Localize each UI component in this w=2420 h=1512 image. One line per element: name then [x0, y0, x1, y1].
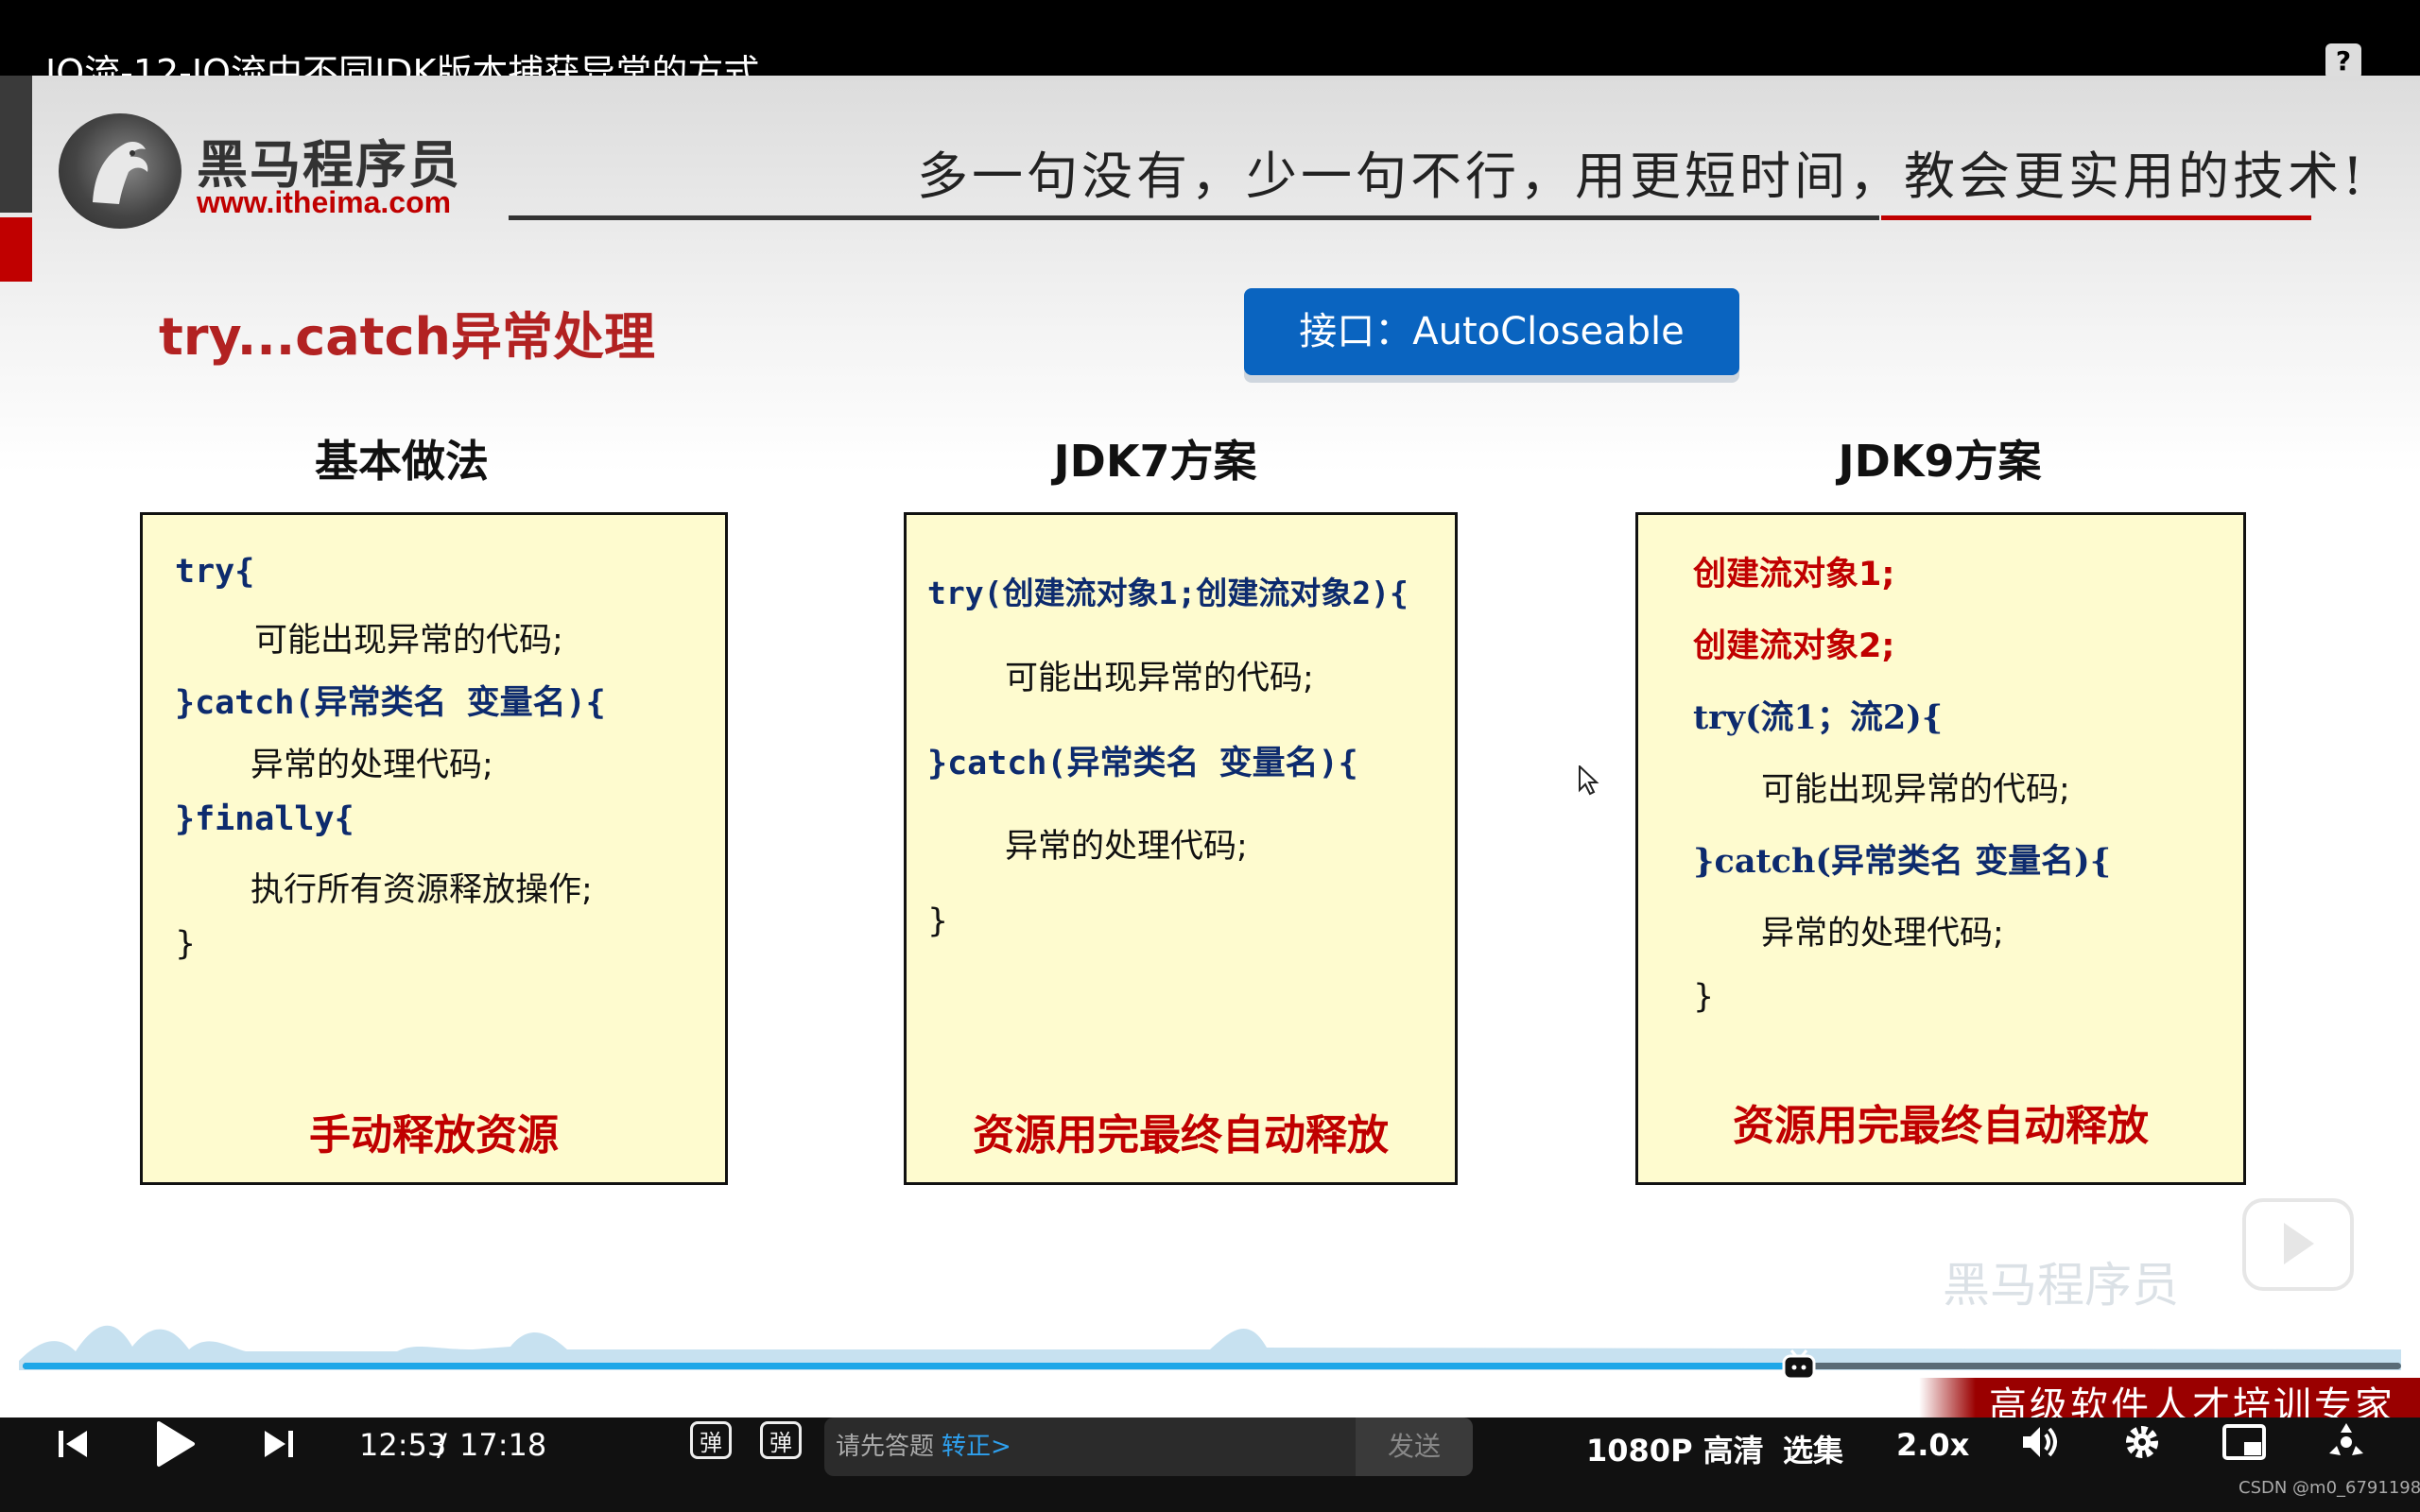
danmaku-placeholder: 请先答题: [836, 1433, 935, 1461]
code-keyword: }catch(异常类名 变量名){: [175, 684, 606, 722]
code-line: }: [927, 902, 949, 940]
code-line: 异常的处理代码;: [251, 747, 493, 784]
slogan-underline-accent: [1881, 215, 2311, 220]
danmaku-link[interactable]: 转正>: [942, 1433, 1011, 1461]
horse-logo-icon: [59, 113, 182, 229]
code-line: 创建流对象1;: [1693, 556, 1895, 593]
help-icon[interactable]: ?: [2325, 43, 2361, 79]
volume-icon[interactable]: [2019, 1423, 2061, 1465]
code-keyword: try{: [175, 553, 255, 591]
code-line: 可能出现异常的代码;: [1005, 660, 1314, 697]
code-line: 可能出现异常的代码;: [254, 622, 563, 660]
danmaku-icon[interactable]: 弹: [690, 1421, 732, 1459]
code-line: }catch(异常类名 变量名){: [1693, 834, 2111, 883]
audio-waveform: [19, 1325, 2401, 1370]
code-line: 可能出现异常的代码;: [1761, 771, 2070, 809]
send-button[interactable]: 发送: [1356, 1418, 1473, 1476]
interface-badge: 接口：AutoCloseable: [1244, 288, 1739, 375]
episodes-button[interactable]: 选集: [1783, 1427, 1843, 1470]
danmaku-input[interactable]: 请先答题 转正>: [824, 1418, 1356, 1476]
time-separator: /: [437, 1427, 447, 1463]
code-line: 异常的处理代码;: [1761, 915, 2004, 953]
column-heading-basic: 基本做法: [315, 436, 489, 487]
slide-side-bar-dark: [0, 76, 32, 213]
section-title: try...catch异常处理: [159, 307, 655, 367]
mouse-cursor-icon: [1579, 764, 1599, 799]
code-box-jdk7: try(创建流对象1;创建流对象2){ 可能出现异常的代码; }catch(异常…: [904, 512, 1458, 1185]
box-footer: 手动释放资源: [309, 1111, 559, 1160]
code-line: 异常的处理代码;: [1005, 828, 1248, 866]
code-line: 执行所有资源释放操作;: [251, 871, 593, 909]
column-heading-jdk9: JDK9方案: [1838, 436, 2042, 487]
slide-side-bar-red: [0, 217, 32, 282]
column-heading-jdk7: JDK7方案: [1053, 436, 1257, 487]
code-keyword: try(创建流对象1;创建流对象2){: [927, 575, 1409, 611]
code-line: try(创建流对象1;创建流对象2){: [927, 568, 1409, 613]
box-footer: 资源用完最终自动释放: [1733, 1102, 2149, 1150]
code-line: }: [1693, 978, 1715, 1016]
progress-fill: [23, 1363, 1799, 1369]
slogan: 多一句没有，少一句不行，用更短时间，教会更实用的技术!: [917, 146, 2367, 206]
time-total: 17:18: [459, 1427, 547, 1463]
progress-thumb-icon[interactable]: [1781, 1349, 1817, 1382]
box-footer: 资源用完最终自动释放: [973, 1111, 1389, 1160]
picture-in-picture-icon[interactable]: [2221, 1423, 2267, 1465]
play-icon[interactable]: [151, 1418, 199, 1474]
code-line: 创建流对象2;: [1693, 627, 1895, 665]
next-icon[interactable]: [259, 1425, 297, 1467]
code-line: }: [175, 925, 197, 963]
prev-icon[interactable]: [55, 1425, 93, 1467]
code-box-jdk9: 创建流对象1; 创建流对象2; try(流1；流2){ 可能出现异常的代码; }…: [1635, 512, 2246, 1185]
code-line: }catch(异常类名 变量名){: [175, 676, 606, 724]
gear-icon[interactable]: [2121, 1421, 2163, 1467]
code-line: try(流1；流2){: [1693, 691, 1943, 739]
quality-button[interactable]: 1080P 高清: [1586, 1427, 1764, 1470]
video-player[interactable]: IO流-12-IO流中不同JDK版本捕获异常的方式 ? 黑马程序员 www.it…: [0, 0, 2420, 1512]
code-keyword: }finally{: [175, 800, 354, 838]
fullscreen-icon[interactable]: [2324, 1419, 2369, 1467]
code-keyword: }catch(异常类名 变量名){: [927, 745, 1358, 782]
speed-button[interactable]: 2.0x: [1896, 1427, 1969, 1463]
slide: 黑马程序员 www.itheima.com 多一句没有，少一句不行，用更短时间，…: [0, 76, 2420, 1418]
logo-url: www.itheima.com: [197, 185, 452, 219]
watermark-credit: CSDN @m0_67911983: [2238, 1478, 2420, 1498]
code-line: try{: [175, 553, 254, 591]
code-box-basic: try{ 可能出现异常的代码; }catch(异常类名 变量名){ 异常的处理代…: [140, 512, 728, 1185]
slogan-underline: [509, 215, 1879, 220]
danmaku-settings-icon[interactable]: 弹: [760, 1421, 802, 1459]
code-keyword: try(流1；流2){: [1693, 698, 1944, 737]
code-line: }catch(异常类名 变量名){: [927, 736, 1358, 784]
bilibili-tv-icon: [2242, 1198, 2354, 1291]
time-current: 12:53: [359, 1427, 447, 1463]
code-keyword: }catch(异常类名 变量名){: [1693, 842, 2112, 881]
code-line: }finally{: [175, 800, 354, 838]
